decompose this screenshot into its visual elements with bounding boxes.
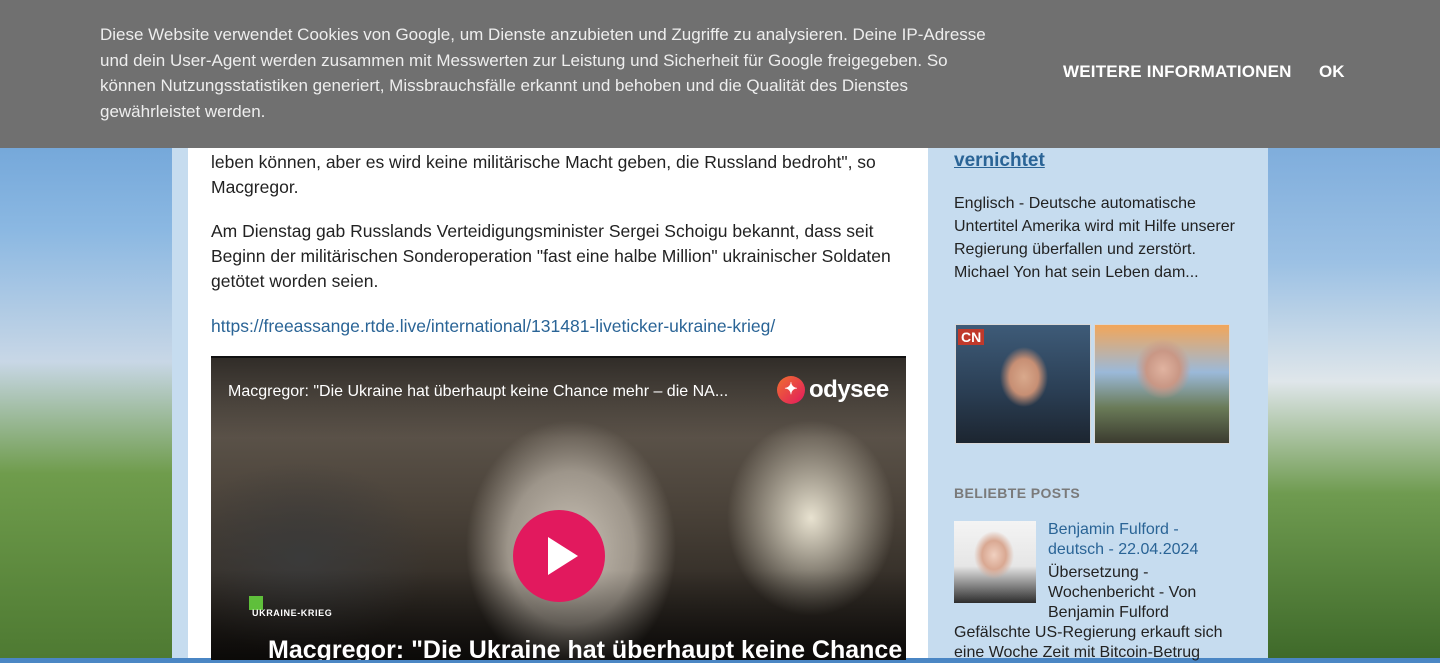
popular-posts-heading: BELIEBTE POSTS bbox=[954, 485, 1081, 501]
cookie-consent-bar: Diese Website verwendet Cookies von Goog… bbox=[0, 0, 1440, 148]
video-embed[interactable]: Macgregor: "Die Ukraine hat überhaupt ke… bbox=[211, 356, 906, 660]
sidebar-thumbnail-right[interactable] bbox=[1094, 324, 1230, 444]
popular-post-subtitle: Übersetzung - Wochenbericht - Von Benjam… bbox=[1048, 564, 1197, 621]
sidebar-thumbnail-left[interactable]: CN bbox=[955, 324, 1091, 444]
video-category-tag: UKRAINE-KRIEG bbox=[252, 608, 333, 618]
video-title[interactable]: Macgregor: "Die Ukraine hat überhaupt ke… bbox=[228, 383, 728, 401]
article-link[interactable]: https://freeassange.rtde.live/internatio… bbox=[211, 314, 775, 339]
popular-post-title[interactable]: Benjamin Fulford - deutsch - 22.04.2024 bbox=[1048, 520, 1238, 560]
odysee-wordmark: odysee bbox=[809, 376, 889, 403]
sidebar-post-title[interactable]: vernichtet bbox=[954, 150, 1045, 172]
sidebar-post-snippet: Englisch - Deutsche automatische Unterti… bbox=[954, 195, 1235, 281]
post-paragraph: Am Dienstag gab Russlands Verteidigungsm… bbox=[211, 221, 891, 291]
play-button[interactable] bbox=[513, 510, 605, 602]
odysee-icon: ✦ bbox=[777, 376, 805, 404]
post-paragraph: leben können, aber es wird keine militär… bbox=[211, 152, 876, 197]
more-info-button[interactable]: WEITERE INFORMATIONEN bbox=[1063, 62, 1292, 82]
popular-post-snippet: Gefälschte US-Regierung erkauft sich ein… bbox=[954, 624, 1223, 661]
popular-post-thumbnail[interactable] bbox=[954, 521, 1036, 603]
channel-logo: CN bbox=[958, 329, 985, 345]
ok-button[interactable]: OK bbox=[1319, 62, 1345, 82]
video-headline: Macgregor: "Die Ukraine hat überhaupt ke… bbox=[268, 636, 903, 660]
cookie-notice-text: Diese Website verwendet Cookies von Goog… bbox=[100, 25, 986, 121]
odysee-logo[interactable]: ✦ odysee bbox=[777, 376, 889, 404]
